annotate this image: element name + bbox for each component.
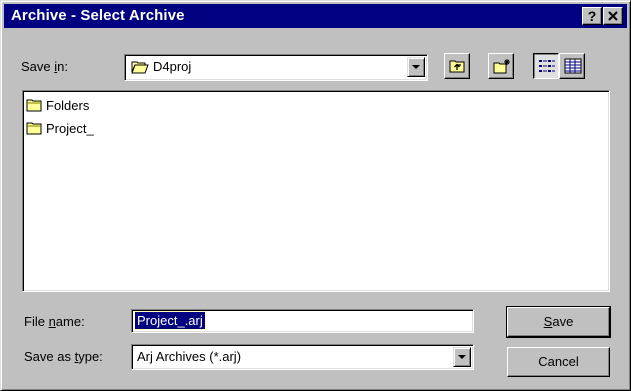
save-as-type-value: Arj Archives (*.arj) [137, 349, 242, 364]
title-bar[interactable]: Archive - Select Archive ? [4, 4, 627, 28]
file-name-label: File name: [24, 314, 85, 329]
save-in-value: D4proj [153, 59, 192, 74]
save-as-type-label: Save as type: [24, 349, 103, 364]
close-icon [608, 11, 618, 21]
save-button-label: ave [552, 314, 574, 329]
list-view-icon [539, 60, 555, 72]
details-view-button[interactable] [559, 53, 585, 79]
save-button[interactable]: Save [506, 306, 611, 338]
save-as-type-dropdown-arrow[interactable] [453, 347, 471, 367]
folder-up-icon [449, 60, 465, 73]
save-in-label: Save in: [21, 59, 68, 74]
file-list[interactable]: Folders Project_ [22, 90, 610, 292]
save-as-type-dropdown[interactable]: Arj Archives (*.arj) [131, 344, 474, 370]
cancel-button[interactable]: Cancel [507, 347, 610, 377]
save-in-dropdown[interactable]: D4proj [124, 54, 428, 81]
select-archive-dialog: Archive - Select Archive ? Save in: D4pr… [0, 0, 631, 391]
folder-icon [26, 122, 42, 135]
list-view-button[interactable] [533, 53, 559, 79]
new-folder-icon [493, 59, 510, 74]
save-in-dropdown-arrow[interactable] [407, 57, 425, 77]
file-name-value: Project_.arj [134, 311, 206, 330]
window-title: Archive - Select Archive [11, 7, 185, 24]
help-button[interactable]: ? [582, 7, 602, 25]
open-folder-icon [131, 61, 149, 74]
create-new-folder-button[interactable] [488, 53, 514, 79]
folder-icon [26, 99, 42, 112]
close-button[interactable] [603, 7, 623, 25]
list-item-label: Folders [46, 98, 90, 113]
file-name-input[interactable]: Project_.arj [131, 309, 474, 333]
up-one-level-button[interactable] [444, 53, 470, 79]
list-item-label: Project_ [46, 121, 94, 136]
details-view-icon [564, 58, 582, 74]
